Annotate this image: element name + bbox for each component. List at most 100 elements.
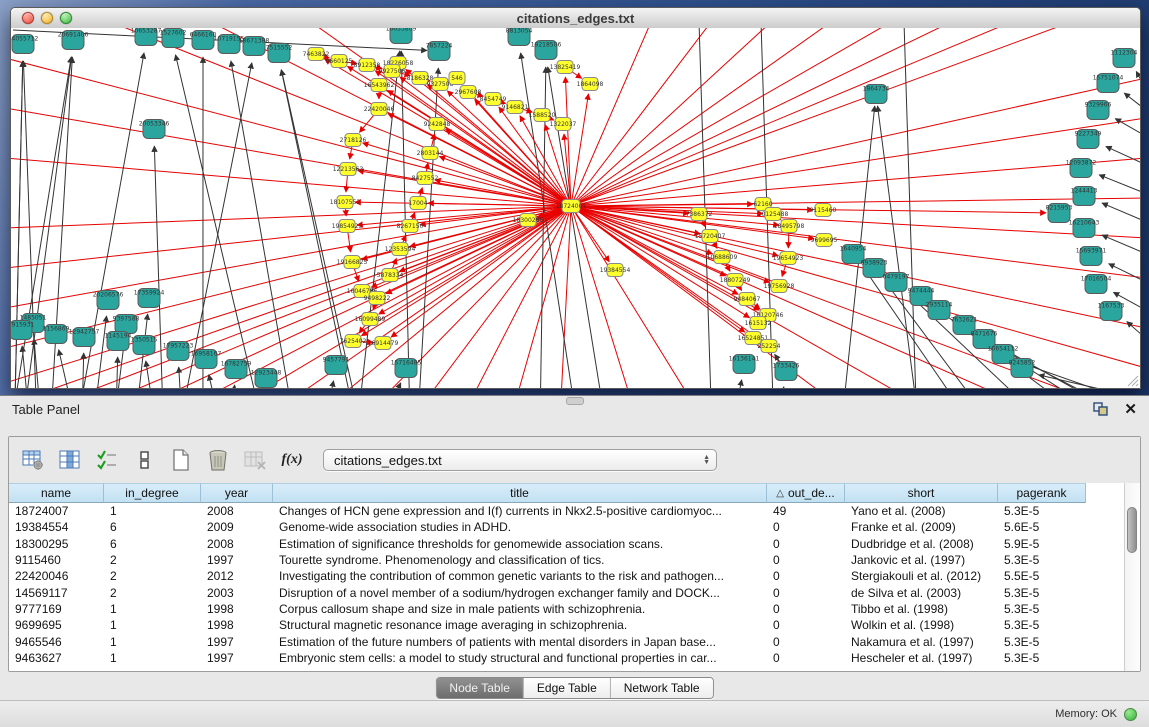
cell-title: Changes of HCN gene expression and I(f) … xyxy=(273,504,767,518)
cell-name: 19384554 xyxy=(9,520,104,534)
svg-text:5878334: 5878334 xyxy=(377,272,404,279)
svg-text:7857224: 7857224 xyxy=(426,43,453,50)
svg-text:16958167: 16958167 xyxy=(191,351,222,358)
svg-text:14055712: 14055712 xyxy=(11,36,38,43)
svg-text:16053809: 16053809 xyxy=(386,28,417,33)
float-panel-button[interactable] xyxy=(1093,402,1108,416)
svg-text:20053346: 20053346 xyxy=(139,121,170,128)
memory-status-indicator[interactable] xyxy=(1124,708,1137,721)
table-row[interactable]: 1938455462009Genome-wide association stu… xyxy=(9,519,1124,535)
select-columns-button[interactable] xyxy=(56,446,84,474)
svg-text:2803144: 2803144 xyxy=(417,150,444,157)
network-window: citations_edges.txt 18226058992750689123… xyxy=(10,7,1141,389)
svg-text:16543962: 16543962 xyxy=(364,82,395,89)
cell-short: Stergiakouli et al. (2012) xyxy=(845,569,998,583)
svg-text:1322037: 1322037 xyxy=(550,121,577,128)
cell-short: de Silva et al. (2003) xyxy=(845,586,998,600)
minimize-window-button[interactable] xyxy=(41,12,53,24)
cell-name: 18724007 xyxy=(9,504,104,518)
svg-text:19756928: 19756928 xyxy=(764,283,795,290)
cell-year: 2008 xyxy=(201,504,273,518)
cell-title: Genome-wide association studies in ADHD. xyxy=(273,520,767,534)
table-row[interactable]: 977716911998Corpus callosum shape and si… xyxy=(9,601,1124,617)
network-canvas[interactable]: 1822605899275068912358966012574638221654… xyxy=(11,28,1140,388)
scrollbar-thumb[interactable] xyxy=(1127,507,1137,553)
svg-text:546: 546 xyxy=(451,75,463,82)
cell-short: Dudbridge et al. (2008) xyxy=(845,537,998,551)
table-mode-button[interactable] xyxy=(130,446,158,474)
tab-network-table[interactable]: Network Table xyxy=(611,678,713,698)
cell-year: 1998 xyxy=(201,618,273,632)
table-select-value: citations_edges.txt xyxy=(334,453,442,468)
svg-text:18300295: 18300295 xyxy=(513,217,544,224)
cell-name: 14569117 xyxy=(9,586,104,600)
column-header-in_degree[interactable]: in_degree xyxy=(104,483,201,503)
svg-text:12942757: 12942757 xyxy=(69,329,100,336)
cell-out_degree: 0 xyxy=(767,569,845,583)
function-builder-button[interactable]: f(x) xyxy=(278,446,306,474)
table-scrollbar[interactable] xyxy=(1124,483,1140,671)
svg-text:9329966: 9329966 xyxy=(1085,102,1112,109)
status-bar: Memory: OK xyxy=(0,700,1149,727)
cell-title: Tourette syndrome. Phenomenology and cla… xyxy=(273,553,767,567)
table-body: 1872400712008Changes of HCN gene express… xyxy=(9,503,1124,666)
column-header-year[interactable]: year xyxy=(201,483,273,503)
table-panel: Table Panel ✕ xyxy=(0,395,1149,727)
network-graph[interactable]: 1822605899275068912358966012574638221654… xyxy=(11,28,1140,388)
column-header-out_degree[interactable]: △out_de... xyxy=(767,483,845,503)
svg-text:20691406: 20691406 xyxy=(58,32,89,39)
svg-text:7632621: 7632621 xyxy=(951,317,978,324)
select-rows-button[interactable] xyxy=(93,446,121,474)
svg-text:15720407: 15720407 xyxy=(695,233,726,240)
svg-text:9474444: 9474444 xyxy=(908,288,935,295)
cell-in_degree: 1 xyxy=(104,618,201,632)
svg-text:17359924: 17359924 xyxy=(134,290,165,297)
panel-splitter-handle[interactable] xyxy=(566,397,584,405)
svg-text:15693971: 15693971 xyxy=(1076,248,1107,255)
close-window-button[interactable] xyxy=(22,12,34,24)
column-header-pagerank[interactable]: pagerank xyxy=(998,483,1086,503)
svg-text:8215953: 8215953 xyxy=(1046,205,1073,212)
new-column-button[interactable] xyxy=(167,446,195,474)
cell-name: 9699695 xyxy=(9,618,104,632)
zoom-window-button[interactable] xyxy=(60,12,72,24)
close-panel-button[interactable]: ✕ xyxy=(1124,402,1137,417)
column-header-name[interactable]: name xyxy=(9,483,104,503)
svg-text:8471676: 8471676 xyxy=(971,331,998,338)
table-row[interactable]: 1872400712008Changes of HCN gene express… xyxy=(9,503,1124,519)
function-icon: f(x) xyxy=(282,452,303,468)
svg-text:8813054: 8813054 xyxy=(506,28,533,35)
table-frame: f(x) citations_edges.txt ▲▼ namein_degre… xyxy=(8,436,1141,672)
cell-in_degree: 1 xyxy=(104,651,201,665)
svg-text:10125488: 10125488 xyxy=(758,211,789,218)
cell-in_degree: 1 xyxy=(104,504,201,518)
cell-title: Estimation of significance thresholds fo… xyxy=(273,537,767,551)
delete-table-button-disabled[interactable] xyxy=(241,446,269,474)
table-row[interactable]: 1456911722003Disruption of a novel membe… xyxy=(9,584,1124,600)
resize-grip-icon[interactable] xyxy=(1126,374,1139,387)
svg-text:2967608: 2967608 xyxy=(455,89,482,96)
svg-text:12353594: 12353594 xyxy=(385,246,416,253)
delete-column-button[interactable] xyxy=(204,446,232,474)
table-row[interactable]: 911546021997Tourette syndrome. Phenomeno… xyxy=(9,552,1124,568)
table-row[interactable]: 969969511998Structural magnetic resonanc… xyxy=(9,617,1124,633)
table-settings-button[interactable] xyxy=(19,446,47,474)
table-row[interactable]: 1830029562008Estimation of significance … xyxy=(9,536,1124,552)
table-row[interactable]: 2242004622012Investigating the contribut… xyxy=(9,568,1124,584)
table-select-dropdown[interactable]: citations_edges.txt ▲▼ xyxy=(323,449,717,471)
cell-title: Corpus callosum shape and size in male p… xyxy=(273,602,767,616)
cell-title: Embryonic stem cells: a model to study s… xyxy=(273,651,767,665)
table-row[interactable]: 946554611997Estimation of the future num… xyxy=(9,633,1124,649)
tab-node-table[interactable]: Node Table xyxy=(436,678,524,698)
svg-text:17004: 17004 xyxy=(408,200,427,207)
cell-pagerank: 5.3E-5 xyxy=(998,618,1086,632)
svg-text:9927506: 9927506 xyxy=(379,68,406,75)
column-header-short[interactable]: short xyxy=(845,483,998,503)
table-row[interactable]: 946362711997Embryonic stem cells: a mode… xyxy=(9,650,1124,666)
column-header-title[interactable]: title xyxy=(273,483,767,503)
window-titlebar[interactable]: citations_edges.txt xyxy=(11,8,1140,29)
cell-short: Franke et al. (2009) xyxy=(845,520,998,534)
tab-edge-table[interactable]: Edge Table xyxy=(524,678,611,698)
table-delete-icon xyxy=(243,448,267,472)
svg-text:1244413: 1244413 xyxy=(1071,188,1098,195)
